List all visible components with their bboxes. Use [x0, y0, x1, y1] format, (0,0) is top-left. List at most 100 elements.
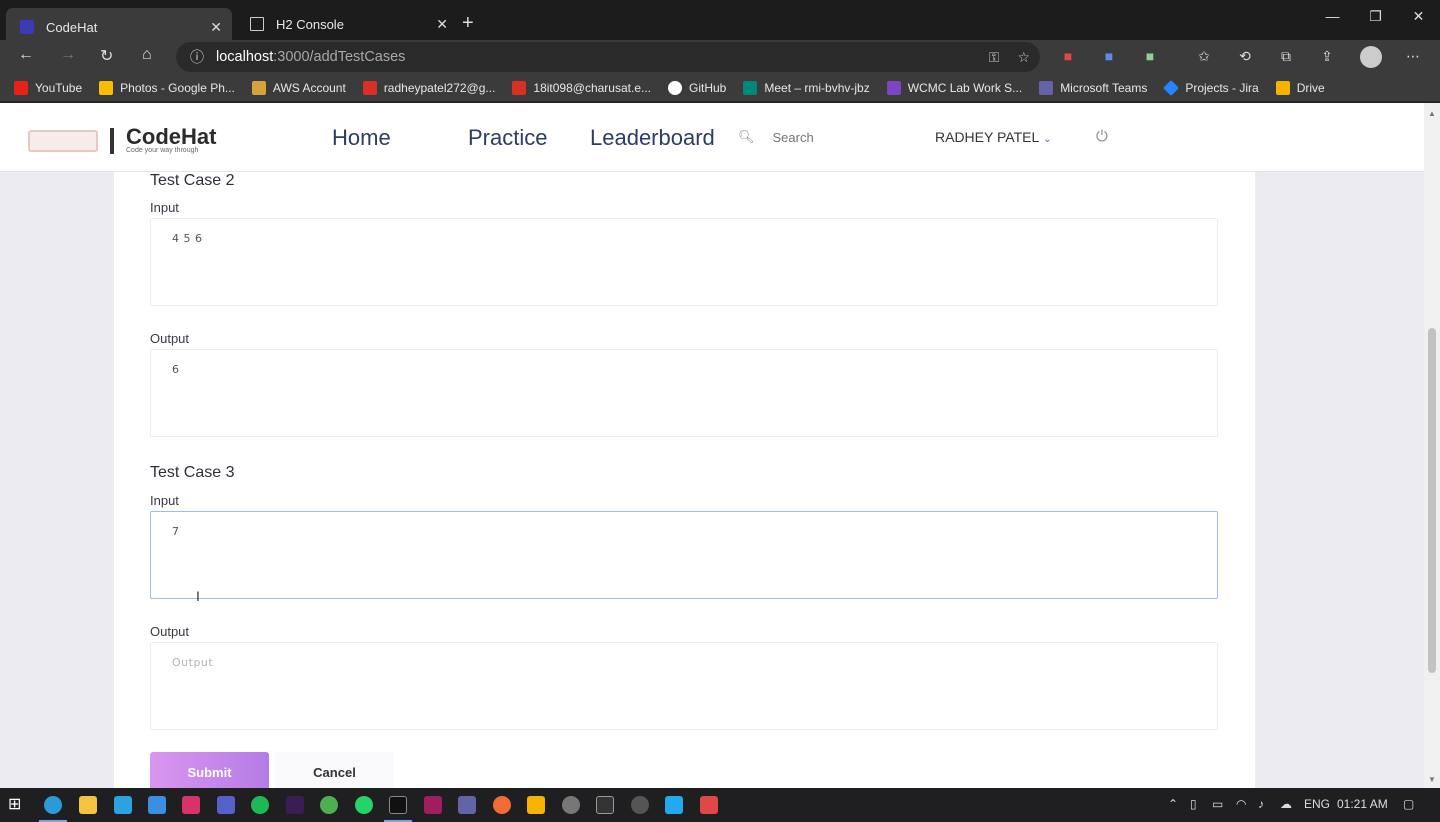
- tc3-input-label: Input: [150, 493, 179, 508]
- onenote-icon: [886, 80, 901, 95]
- restore-icon[interactable]: ❐: [1354, 8, 1397, 25]
- nav-leaderboard[interactable]: Leaderboard: [590, 125, 715, 151]
- tray-chevron-up-icon[interactable]: ⌃: [1168, 797, 1178, 811]
- share-icon[interactable]: ⇪: [1318, 48, 1336, 66]
- github-icon: [668, 80, 682, 95]
- address-bar[interactable]: ⓘ localhost:3000/addTestCases ⚿ ☆: [176, 42, 1040, 72]
- profile-avatar[interactable]: [1360, 46, 1382, 68]
- page-scrollbar[interactable]: ▲ ▼: [1424, 103, 1440, 788]
- obs-icon[interactable]: [562, 796, 580, 814]
- history-icon[interactable]: ⟲: [1236, 48, 1254, 66]
- info-icon[interactable]: ⓘ: [190, 47, 204, 67]
- power-logout-icon[interactable]: ⏻: [1096, 128, 1108, 145]
- mail-icon[interactable]: [148, 796, 166, 814]
- vscode-icon[interactable]: [665, 796, 683, 814]
- bookmark-gmail-1[interactable]: radheypatel272@g...: [362, 80, 495, 95]
- more-menu-icon[interactable]: ⋯: [1404, 48, 1422, 66]
- tab-title: CodeHat: [46, 19, 98, 35]
- jira-icon: [1163, 79, 1180, 96]
- tab-title: H2 Console: [276, 16, 344, 32]
- vector-app-icon[interactable]: [424, 796, 442, 814]
- anydesk-icon[interactable]: [700, 796, 718, 814]
- bookmark-youtube[interactable]: YouTube: [14, 80, 82, 95]
- bookmark-photos[interactable]: Photos - Google Ph...: [99, 80, 235, 95]
- close-tab-icon[interactable]: ✕: [436, 16, 448, 33]
- logo-mark-icon: [28, 129, 98, 152]
- scroll-down-icon[interactable]: ▼: [1428, 775, 1436, 784]
- minimize-icon[interactable]: —: [1311, 8, 1354, 25]
- bookmark-teams[interactable]: Microsoft Teams: [1039, 80, 1147, 95]
- forward-arrow-icon[interactable]: →: [60, 46, 76, 64]
- cancel-button[interactable]: Cancel: [275, 752, 394, 788]
- window-controls: — ❐ ✕: [1311, 8, 1440, 25]
- bookmark-github[interactable]: GitHub: [668, 80, 726, 95]
- clock[interactable]: 01:21 AM: [1337, 797, 1388, 811]
- url-host: localhost: [216, 49, 274, 65]
- media-player-icon[interactable]: [182, 796, 200, 814]
- gmail-icon: [362, 80, 377, 95]
- bookmark-jira[interactable]: Projects - Jira: [1163, 79, 1259, 96]
- tray-device-icon[interactable]: ▯: [1190, 797, 1197, 811]
- tc3-output-field[interactable]: Output: [150, 642, 1218, 730]
- teams-taskbar-icon[interactable]: [458, 796, 476, 814]
- tool-icon[interactable]: [527, 796, 545, 814]
- tc2-output-label: Output: [150, 331, 190, 346]
- postman-icon[interactable]: [493, 796, 511, 814]
- extension-shield-icon[interactable]: ■: [1059, 48, 1077, 66]
- app-header: CodeHat Code your way through Home Pract…: [0, 103, 1424, 172]
- premiere-icon[interactable]: [286, 796, 304, 814]
- app-icon[interactable]: [320, 796, 338, 814]
- bookmark-aws[interactable]: AWS Account: [251, 80, 346, 95]
- back-arrow-icon[interactable]: ←: [18, 46, 34, 64]
- favorites-icon[interactable]: ✩: [1195, 48, 1213, 66]
- volume-icon[interactable]: ♪: [1258, 797, 1264, 811]
- discord-icon[interactable]: [217, 796, 235, 814]
- battery-icon[interactable]: ▭: [1212, 797, 1223, 811]
- refresh-icon[interactable]: ↻: [100, 46, 113, 66]
- file-explorer-icon[interactable]: [79, 796, 97, 814]
- nav-practice[interactable]: Practice: [468, 125, 547, 151]
- language-indicator[interactable]: ENG: [1304, 797, 1330, 811]
- close-window-icon[interactable]: ✕: [1397, 8, 1440, 25]
- bookmark-meet[interactable]: Meet – rmi-bvhv-jbz: [743, 80, 870, 95]
- tc2-input-field[interactable]: 4 5 6: [150, 218, 1218, 306]
- edge-icon[interactable]: [44, 796, 62, 814]
- spotify-icon[interactable]: [251, 796, 269, 814]
- bookmark-drive[interactable]: Drive: [1275, 80, 1325, 95]
- terminal-icon[interactable]: [596, 796, 614, 814]
- scrollbar-thumb[interactable]: [1428, 328, 1436, 673]
- nav-home[interactable]: Home: [332, 125, 391, 151]
- favorite-star-icon[interactable]: ☆: [1017, 49, 1030, 66]
- home-icon[interactable]: ⌂: [142, 46, 152, 64]
- onedrive-cloud-icon[interactable]: ☁: [1280, 797, 1292, 811]
- tc2-output-field[interactable]: 6: [150, 349, 1218, 437]
- tc2-input-label: Input: [150, 200, 179, 215]
- translate-icon[interactable]: ■: [1100, 48, 1118, 66]
- github-desktop-icon[interactable]: [631, 796, 649, 814]
- add-test-cases-form: Test Case 2 Input 4 5 6 Output 6 Test Ca…: [114, 172, 1255, 788]
- submit-button[interactable]: Submit: [150, 752, 269, 788]
- codehat-logo[interactable]: CodeHat Code your way through: [28, 124, 217, 154]
- tab-h2-console[interactable]: H2 Console ✕: [236, 6, 458, 42]
- search-input[interactable]: [772, 129, 913, 145]
- tc3-input-field[interactable]: 7: [150, 511, 1218, 599]
- address-toolbar: ← → ↻ ⌂ ⓘ localhost:3000/addTestCases ⚿ …: [0, 40, 1440, 74]
- store-icon[interactable]: [114, 796, 132, 814]
- scroll-up-icon[interactable]: ▲: [1428, 109, 1436, 118]
- key-icon[interactable]: ⚿: [989, 49, 1000, 66]
- collections-icon[interactable]: ⧉: [1277, 48, 1295, 66]
- wifi-icon[interactable]: ◠: [1236, 797, 1246, 811]
- whatsapp-icon[interactable]: [355, 796, 373, 814]
- logo-name: CodeHat: [126, 124, 217, 149]
- codehat-favicon-icon: [20, 20, 34, 34]
- extension-icon[interactable]: ■: [1141, 48, 1159, 66]
- notifications-icon[interactable]: ▢: [1403, 797, 1414, 811]
- gmail-icon: [512, 80, 527, 95]
- new-tab-icon[interactable]: +: [462, 12, 474, 35]
- bookmark-wcmc[interactable]: WCMC Lab Work S...: [886, 80, 1022, 95]
- intellij-icon[interactable]: [389, 796, 407, 814]
- bookmark-gmail-2[interactable]: 18it098@charusat.e...: [512, 80, 651, 95]
- windows-start-icon[interactable]: ⊞: [8, 796, 26, 814]
- user-menu[interactable]: RADHEY PATEL ⌄: [935, 129, 1052, 145]
- close-tab-icon[interactable]: ✕: [210, 19, 222, 36]
